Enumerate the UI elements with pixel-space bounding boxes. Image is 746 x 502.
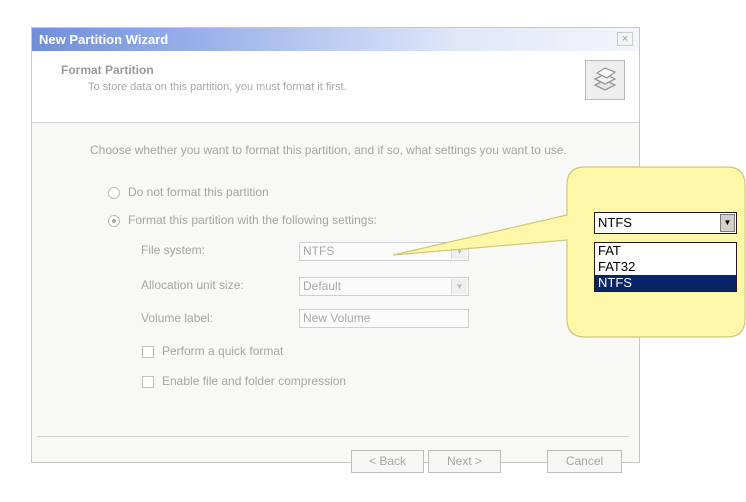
option-fat32[interactable]: FAT32	[595, 259, 736, 275]
dropdown-selected-value: NTFS	[598, 215, 632, 230]
file-system-dropdown-zoomed[interactable]: NTFS ▼	[594, 212, 737, 234]
file-system-options-list: FAT FAT32 NTFS	[594, 242, 737, 292]
option-ntfs[interactable]: NTFS	[595, 275, 736, 291]
option-fat[interactable]: FAT	[595, 243, 736, 259]
chevron-down-icon[interactable]: ▼	[720, 214, 735, 232]
